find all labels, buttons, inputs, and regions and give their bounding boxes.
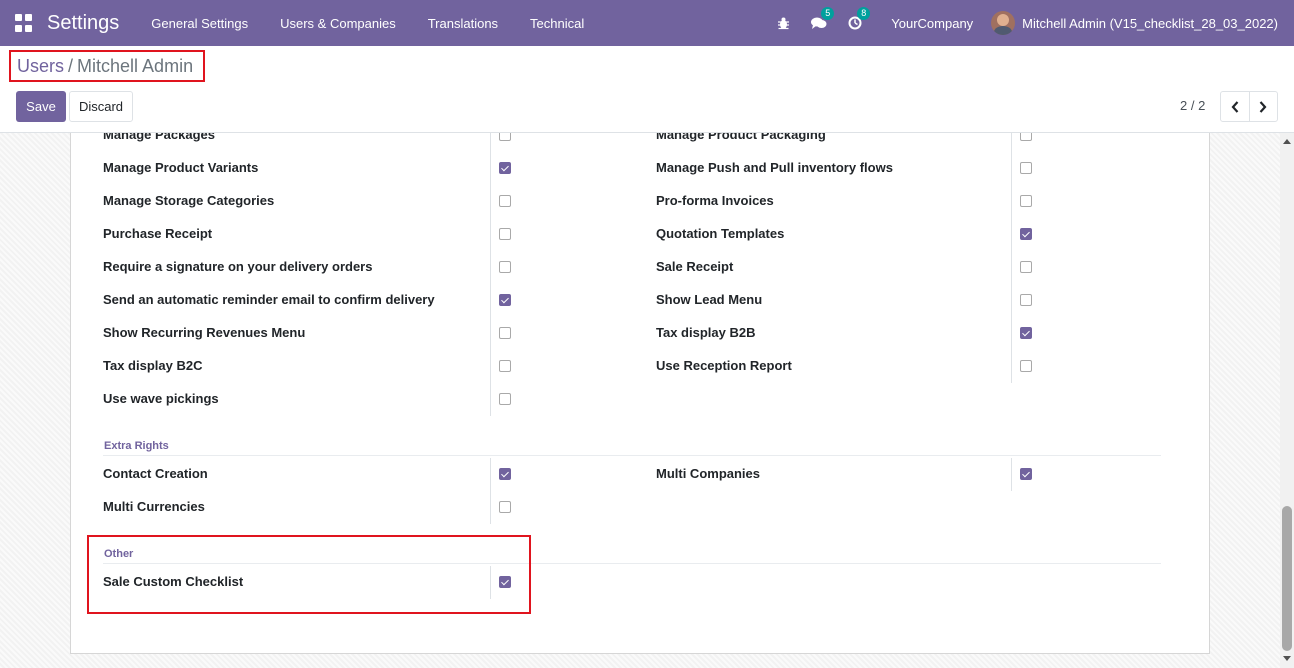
- top-navbar: Settings General Settings Users & Compan…: [0, 0, 1294, 46]
- field-checkbox[interactable]: [499, 360, 511, 372]
- messages-badge: 5: [821, 7, 835, 20]
- apps-menu-icon[interactable]: [15, 14, 33, 32]
- field-divider: [490, 133, 491, 152]
- field-checkbox[interactable]: [499, 133, 511, 141]
- field-divider: [1011, 317, 1012, 350]
- field-label: Manage Product Variants: [103, 160, 259, 175]
- pager-next-button[interactable]: [1248, 92, 1277, 121]
- field-checkbox[interactable]: [499, 468, 511, 480]
- field-checkbox[interactable]: [1020, 228, 1032, 240]
- field-divider: [1011, 218, 1012, 251]
- field-divider: [1011, 350, 1012, 383]
- user-menu[interactable]: Mitchell Admin (V15_checklist_28_03_2022…: [991, 11, 1294, 35]
- field-checkbox[interactable]: [1020, 162, 1032, 174]
- breadcrumb: Users / Mitchell Admin: [9, 50, 206, 82]
- field-label: Multi Companies: [656, 466, 761, 481]
- messages-icon[interactable]: 5: [811, 7, 835, 31]
- field-label: Send an automatic reminder email to conf…: [103, 292, 435, 307]
- form-view-content: Manage Packages Manage Product Packaging M…: [0, 133, 1294, 668]
- field-divider: [1011, 284, 1012, 317]
- field-checkbox[interactable]: [499, 393, 511, 405]
- form-sheet: Manage Packages Manage Product Packaging M…: [70, 133, 1210, 654]
- field-label: Manage Packages: [103, 133, 216, 142]
- field-label: Show Recurring Revenues Menu: [103, 325, 306, 340]
- field-checkbox[interactable]: [1020, 195, 1032, 207]
- field-checkbox[interactable]: [499, 327, 511, 339]
- field-divider: [490, 152, 491, 185]
- breadcrumb-separator: /: [68, 55, 74, 76]
- avatar: [991, 11, 1016, 35]
- field-checkbox[interactable]: [1020, 327, 1032, 339]
- activities-badge: 8: [857, 7, 871, 20]
- field-divider: [490, 218, 491, 251]
- pager-value[interactable]: 2 / 2: [1180, 98, 1205, 113]
- scroll-down-arrow-icon[interactable]: [1283, 656, 1291, 661]
- field-label: Use Reception Report: [656, 358, 792, 373]
- vertical-scrollbar[interactable]: [1280, 133, 1294, 668]
- field-label: Pro-forma Invoices: [656, 193, 774, 208]
- field-divider: [1011, 251, 1012, 284]
- field-checkbox[interactable]: [499, 195, 511, 207]
- menu-users-companies[interactable]: Users & Companies: [264, 16, 412, 31]
- field-divider: [1011, 185, 1012, 218]
- field-divider: [1011, 133, 1012, 152]
- company-switcher[interactable]: YourCompany: [873, 16, 991, 31]
- field-divider: [1011, 458, 1012, 491]
- field-checkbox[interactable]: [499, 261, 511, 273]
- discard-button[interactable]: Discard: [69, 91, 133, 122]
- pager-buttons: [1220, 91, 1278, 122]
- field-checkbox[interactable]: [499, 294, 511, 306]
- menu-technical[interactable]: Technical: [514, 16, 600, 31]
- field-checkbox[interactable]: [499, 501, 511, 513]
- field-divider: [490, 458, 491, 491]
- field-label: Tax display B2C: [103, 358, 203, 373]
- menu-general-settings[interactable]: General Settings: [135, 16, 264, 31]
- field-label: Multi Currencies: [103, 499, 205, 514]
- menu-translations[interactable]: Translations: [412, 16, 514, 31]
- bug-icon[interactable]: [775, 15, 791, 31]
- field-label: Manage Product Packaging: [656, 133, 826, 142]
- scroll-thumb[interactable]: [1282, 506, 1292, 651]
- breadcrumb-users-link[interactable]: Users: [17, 56, 64, 77]
- field-divider: [1011, 152, 1012, 185]
- field-label: Manage Push and Pull inventory flows: [656, 160, 893, 175]
- app-brand[interactable]: Settings: [47, 12, 119, 35]
- highlight-box-other: [87, 535, 531, 614]
- chevron-right-icon: [1260, 100, 1267, 113]
- field-label: Sale Receipt: [656, 259, 734, 274]
- field-label: Quotation Templates: [656, 226, 785, 241]
- field-label: Manage Storage Categories: [103, 193, 275, 208]
- extra-rights-separator: [103, 455, 1161, 456]
- control-panel: Users / Mitchell Admin Save Discard 2 / …: [0, 46, 1294, 133]
- field-divider: [490, 350, 491, 383]
- field-checkbox[interactable]: [1020, 360, 1032, 372]
- field-divider: [490, 284, 491, 317]
- field-checkbox[interactable]: [499, 228, 511, 240]
- chevron-left-icon: [1231, 100, 1239, 113]
- field-checkbox[interactable]: [499, 162, 511, 174]
- breadcrumb-current: Mitchell Admin: [77, 55, 194, 76]
- field-checkbox[interactable]: [1020, 294, 1032, 306]
- field-divider: [490, 185, 491, 218]
- pager-previous-button[interactable]: [1221, 92, 1249, 121]
- field-divider: [490, 251, 491, 284]
- field-divider: [490, 491, 491, 524]
- field-checkbox[interactable]: [1020, 468, 1032, 480]
- extra-rights-title: Extra Rights: [104, 440, 169, 452]
- field-label: Contact Creation: [103, 466, 208, 481]
- field-label: Purchase Receipt: [103, 226, 213, 241]
- field-label: Use wave pickings: [103, 391, 219, 406]
- field-divider: [490, 383, 491, 416]
- save-button[interactable]: Save: [16, 91, 66, 122]
- field-divider: [490, 317, 491, 350]
- field-label: Require a signature on your delivery ord…: [103, 259, 373, 274]
- scroll-up-arrow-icon[interactable]: [1283, 139, 1291, 144]
- field-checkbox[interactable]: [1020, 133, 1032, 141]
- user-name: Mitchell Admin (V15_checklist_28_03_2022…: [1022, 15, 1278, 31]
- field-checkbox[interactable]: [1020, 261, 1032, 273]
- field-label: Tax display B2B: [656, 325, 756, 340]
- field-label: Show Lead Menu: [656, 292, 763, 307]
- activities-icon[interactable]: 8: [847, 7, 871, 31]
